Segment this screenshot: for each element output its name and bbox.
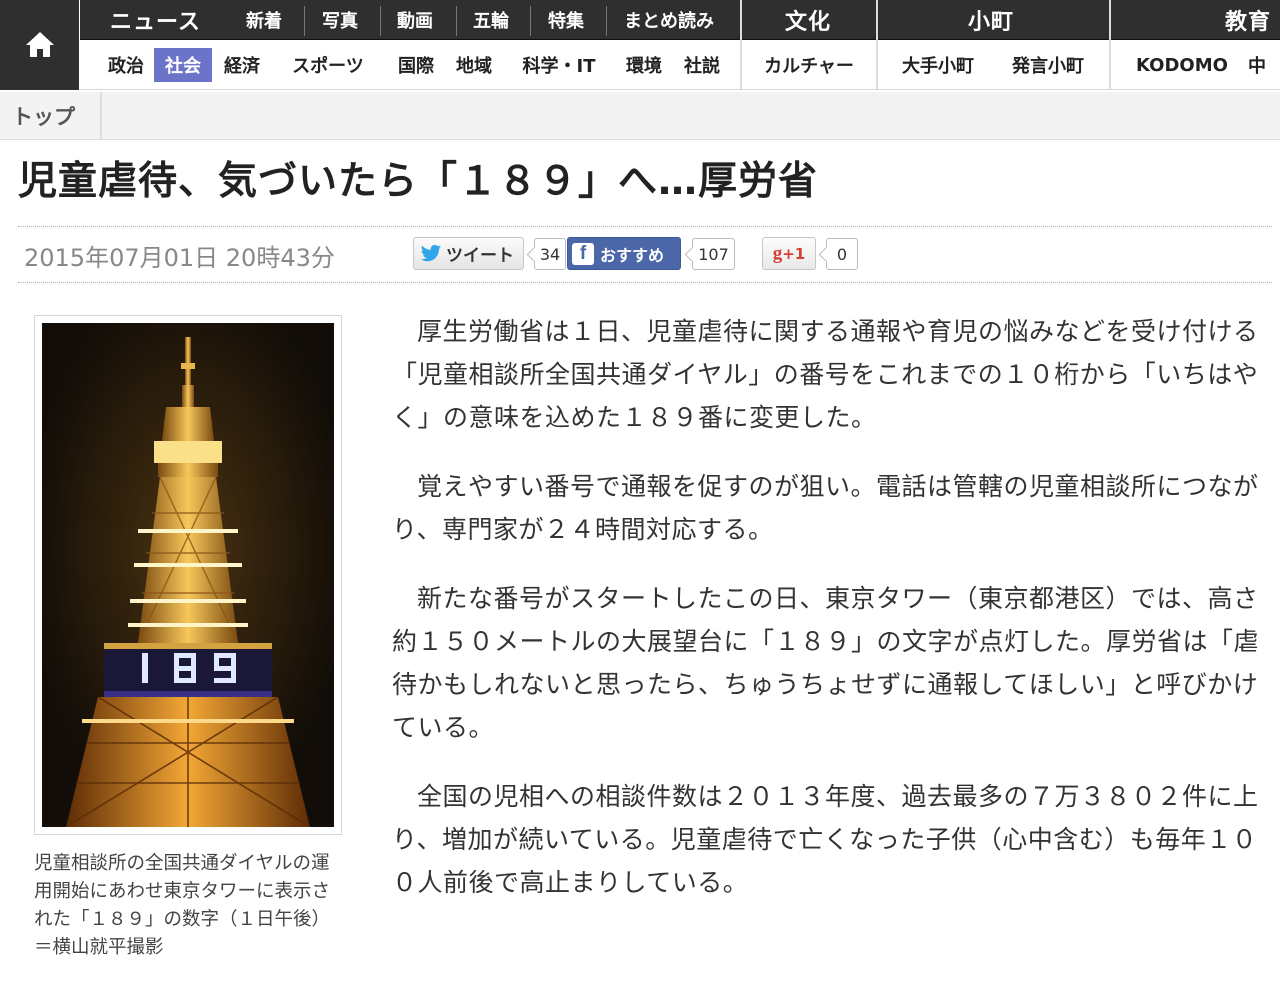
home-icon: [25, 32, 54, 57]
nav-sub-video[interactable]: 動画: [397, 0, 433, 40]
category-science-it[interactable]: 科学・IT: [514, 48, 604, 82]
article-paragraph: 新たな番号がスタートしたこの日、東京タワー（東京都港区）では、高さ約１５０メート…: [392, 584, 1260, 742]
article-photo-frame: [34, 315, 342, 835]
category-economy[interactable]: 経済: [214, 48, 270, 82]
tweet-count: 34: [534, 238, 566, 270]
category-society[interactable]: 社会: [154, 48, 212, 82]
nav-bunka[interactable]: 文化: [785, 0, 831, 40]
google-plus-icon: g: [772, 242, 783, 264]
photo-caption: 児童相談所の全国共通ダイヤルの運用開始にあわせ東京タワーに表示された「１８９」の…: [34, 853, 331, 958]
article-body: 厚生労働省は１日、児童虐待に関する通報や育児の悩みなどを受け付ける「児童相談所全…: [392, 310, 1272, 930]
facebook-icon: f: [572, 242, 594, 265]
tweet-button[interactable]: ツイート: [413, 237, 524, 270]
nav-sub-olympics[interactable]: 五輪: [473, 0, 509, 40]
nav-sub-feature[interactable]: 特集: [548, 0, 584, 40]
nav-kyoiku[interactable]: 教育: [1225, 0, 1271, 40]
category-regional[interactable]: 地域: [446, 48, 502, 82]
nav-sub-shinchaku[interactable]: 新着: [246, 0, 282, 40]
tokyo-tower-image: [42, 323, 334, 827]
category-international[interactable]: 国際: [388, 48, 444, 82]
top-navigation: ニュース 新着 写真 動画 五輪 特集 まとめ読み 文化 小町 教育 政治 社会…: [0, 0, 1280, 90]
article-date: 2015年07月01日 20時43分: [24, 244, 335, 272]
article-photo[interactable]: [42, 323, 334, 827]
category-sports[interactable]: スポーツ: [280, 48, 376, 82]
nav-culture[interactable]: カルチャー: [752, 48, 866, 82]
category-environment[interactable]: 環境: [616, 48, 672, 82]
nav-sub-photo[interactable]: 写真: [322, 0, 358, 40]
article-title: 児童虐待、気づいたら「１８９」へ…厚労省: [18, 159, 819, 204]
divider: [18, 226, 1272, 227]
google-plus-count: 0: [826, 238, 858, 270]
nav-category-row: 政治 社会 経済 スポーツ 国際 地域 科学・IT 環境 社説 カルチャー 大手…: [80, 0, 1280, 90]
divider: [18, 282, 1272, 283]
facebook-recommend-button[interactable]: f おすすめ: [567, 237, 681, 270]
google-plus-button[interactable]: g +1: [762, 237, 816, 270]
home-button[interactable]: [0, 0, 79, 90]
article-paragraph: 全国の児相への相談件数は２０１３年度、過去最多の７万３８０２件に上り、増加が続い…: [392, 782, 1259, 897]
nav-chu[interactable]: 中: [1248, 48, 1278, 82]
nav-otemachi[interactable]: 大手小町: [890, 48, 986, 82]
nav-hatsugen-komachi[interactable]: 発言小町: [1000, 48, 1096, 82]
breadcrumb-top-link[interactable]: トップ: [0, 92, 102, 140]
nav-news[interactable]: ニュース: [110, 0, 201, 40]
facebook-label: おすすめ: [600, 245, 665, 265]
nav-primary-row: ニュース 新着 写真 動画 五輪 特集 まとめ読み 文化 小町 教育: [80, 0, 1280, 40]
twitter-bird-icon: [420, 244, 442, 261]
article-paragraph: 覚えやすい番号で通報を促すのが狙い。電話は管轄の児童相談所につながり、専門家が２…: [392, 472, 1259, 544]
category-politics[interactable]: 政治: [98, 48, 154, 82]
article-paragraph: 厚生労働省は１日、児童虐待に関する通報や育児の悩みなどを受け付ける「児童相談所全…: [392, 317, 1259, 432]
facebook-count: 107: [692, 238, 735, 270]
nav-kodomo[interactable]: KODOMO: [1128, 48, 1236, 82]
google-plus-label: +1: [782, 244, 806, 263]
tweet-label: ツイート: [446, 246, 514, 266]
nav-sub-matome[interactable]: まとめ読み: [624, 0, 714, 40]
category-editorial[interactable]: 社説: [674, 48, 730, 82]
breadcrumb: トップ: [0, 92, 1280, 140]
nav-komachi[interactable]: 小町: [968, 0, 1014, 40]
